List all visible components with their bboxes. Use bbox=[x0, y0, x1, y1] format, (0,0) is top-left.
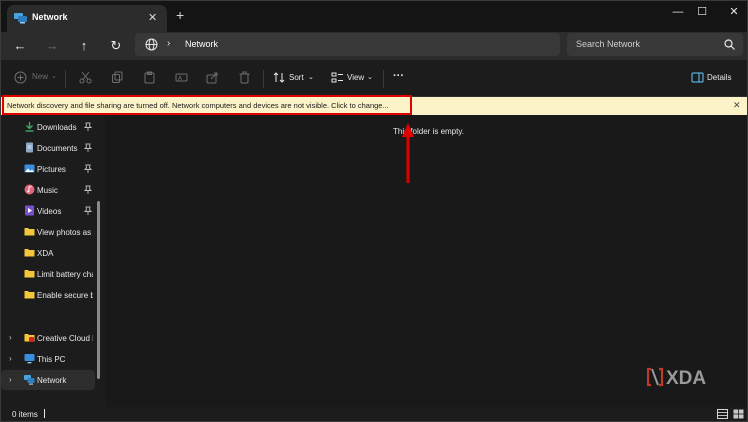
paste-icon[interactable] bbox=[143, 71, 156, 84]
rename-icon[interactable]: A bbox=[175, 71, 188, 84]
view-button[interactable]: View bbox=[347, 73, 364, 82]
sidebar-item-label: Creative Cloud F bbox=[37, 334, 93, 343]
details-button[interactable]: Details bbox=[707, 73, 731, 82]
sidebar-item-folder[interactable]: Enable secure bo bbox=[1, 285, 95, 305]
folder-icon bbox=[24, 228, 35, 236]
pin-icon bbox=[84, 143, 92, 152]
expand-chevron-icon[interactable]: › bbox=[9, 354, 12, 363]
divider bbox=[263, 70, 264, 88]
file-explorer-window: Network ✕ + — ☐ ✕ ← → ↑ ↻ › Network Sear… bbox=[0, 0, 748, 422]
sidebar-item-creative-cloud[interactable]: › Creative Cloud F bbox=[1, 328, 95, 348]
sidebar-item-label: View photos as s bbox=[37, 228, 93, 237]
music-icon bbox=[24, 184, 35, 195]
tiles-view-icon[interactable] bbox=[733, 409, 744, 419]
view-icon bbox=[331, 72, 343, 83]
divider bbox=[65, 70, 66, 88]
network-icon bbox=[24, 375, 35, 385]
delete-icon[interactable] bbox=[238, 71, 251, 84]
close-window-button[interactable]: ✕ bbox=[711, 1, 747, 23]
banner-close-icon[interactable]: ✕ bbox=[733, 100, 741, 111]
sidebar-item-folder[interactable]: XDA bbox=[1, 243, 95, 263]
pictures-icon bbox=[24, 164, 35, 173]
new-icon bbox=[14, 71, 27, 84]
details-view-icon[interactable] bbox=[717, 409, 728, 419]
watermark-text: XDA bbox=[666, 368, 706, 388]
document-icon bbox=[26, 142, 33, 153]
command-bar: New ⌄ A Sort ⌄ View ⌄ ··· Details bbox=[1, 60, 747, 97]
pin-icon bbox=[84, 164, 92, 173]
new-tab-button[interactable]: + bbox=[176, 8, 184, 22]
sidebar-item-label: Limit battery cha bbox=[37, 270, 93, 279]
copy-icon[interactable] bbox=[111, 71, 124, 84]
creative-cloud-icon bbox=[24, 334, 35, 342]
up-button[interactable]: ↑ bbox=[75, 38, 93, 54]
navigation-pane: Downloads Documents Pictures Music Video… bbox=[1, 115, 105, 407]
sidebar-item-network[interactable]: › Network bbox=[1, 370, 95, 390]
more-options-button[interactable]: ··· bbox=[393, 70, 404, 82]
address-path[interactable]: Network bbox=[185, 39, 218, 49]
new-dropdown-chevron-icon: ⌄ bbox=[51, 73, 57, 80]
globe-icon bbox=[145, 38, 158, 51]
sidebar-item-music[interactable]: Music bbox=[1, 180, 95, 200]
refresh-button[interactable]: ↻ bbox=[107, 38, 125, 54]
back-button[interactable]: ← bbox=[11, 38, 29, 54]
videos-icon bbox=[25, 205, 34, 216]
expand-chevron-icon[interactable]: › bbox=[9, 375, 12, 384]
pc-icon bbox=[24, 354, 35, 364]
cut-icon[interactable] bbox=[79, 71, 92, 84]
status-separator bbox=[44, 409, 45, 418]
pin-icon bbox=[84, 185, 92, 194]
search-input[interactable]: Search Network bbox=[567, 33, 743, 56]
expand-chevron-icon[interactable]: › bbox=[9, 333, 12, 342]
tab-title: Network bbox=[32, 12, 68, 22]
search-icon bbox=[724, 39, 735, 50]
sidebar-item-videos[interactable]: Videos bbox=[1, 201, 95, 221]
folder-icon bbox=[24, 270, 35, 278]
forward-button[interactable]: → bbox=[43, 38, 61, 54]
sort-icon bbox=[273, 72, 285, 83]
address-chevron-icon[interactable]: › bbox=[167, 38, 170, 49]
sidebar-item-label: Enable secure bo bbox=[37, 291, 93, 300]
share-icon[interactable] bbox=[206, 71, 219, 84]
tab-network[interactable]: Network ✕ bbox=[7, 5, 167, 32]
close-tab-icon[interactable]: ✕ bbox=[148, 11, 157, 24]
new-button[interactable]: New bbox=[32, 72, 48, 81]
title-bar: Network ✕ + — ☐ ✕ bbox=[1, 1, 747, 32]
sort-chevron-icon: ⌄ bbox=[308, 74, 314, 81]
view-chevron-icon: ⌄ bbox=[367, 74, 373, 81]
pin-icon bbox=[84, 206, 92, 215]
sidebar-item-label: XDA bbox=[37, 249, 54, 258]
folder-icon bbox=[24, 291, 35, 299]
navigation-bar: ← → ↑ ↻ › Network Search Network bbox=[1, 32, 747, 60]
divider bbox=[383, 70, 384, 88]
xda-watermark-logo: XDA bbox=[647, 367, 706, 388]
sidebar-item-label: This PC bbox=[37, 355, 66, 364]
sidebar-item-label: Network bbox=[37, 376, 67, 385]
sidebar-scrollbar[interactable] bbox=[97, 201, 100, 379]
sidebar-item-folder[interactable]: Limit battery cha bbox=[1, 264, 95, 284]
item-count: 0 items bbox=[12, 410, 38, 419]
sidebar-item-downloads[interactable]: Downloads bbox=[1, 117, 95, 137]
search-placeholder: Search Network bbox=[576, 39, 641, 49]
highlight-box bbox=[2, 95, 412, 115]
network-icon bbox=[14, 13, 27, 24]
folder-icon bbox=[24, 249, 35, 257]
sidebar-item-this-pc[interactable]: › This PC bbox=[1, 349, 95, 369]
sidebar-item-pictures[interactable]: Pictures bbox=[1, 159, 95, 179]
address-bar[interactable]: › Network bbox=[135, 33, 560, 56]
red-arrow-annotation bbox=[402, 123, 414, 183]
pin-icon bbox=[84, 122, 92, 131]
sort-button[interactable]: Sort bbox=[289, 73, 304, 82]
sidebar-item-folder[interactable]: View photos as s bbox=[1, 222, 95, 242]
status-bar: 0 items bbox=[1, 407, 747, 421]
file-list[interactable]: This folder is empty. XDA bbox=[105, 115, 747, 407]
sidebar-item-documents[interactable]: Documents bbox=[1, 138, 95, 158]
details-pane-icon bbox=[691, 72, 704, 83]
download-icon bbox=[25, 122, 34, 132]
